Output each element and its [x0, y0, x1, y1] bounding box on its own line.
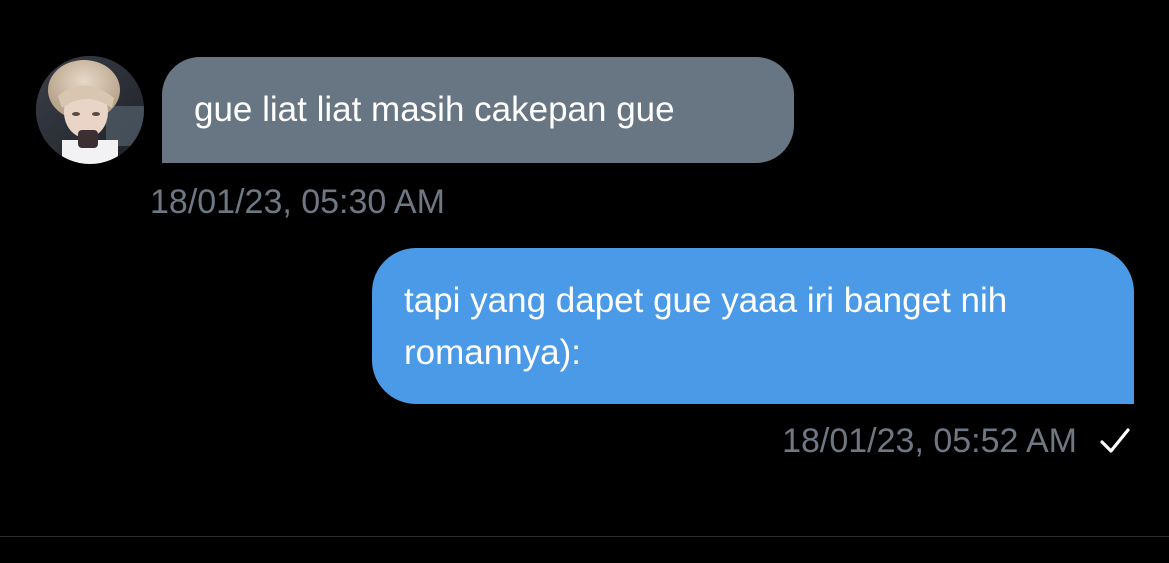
sender-avatar[interactable] [36, 56, 144, 164]
chat-conversation: gue liat liat masih cakepan gue 18/01/23… [0, 0, 1169, 563]
outgoing-message-meta: 18/01/23, 05:52 AM [782, 419, 1133, 463]
incoming-message-bubble[interactable]: gue liat liat masih cakepan gue [162, 57, 794, 163]
outgoing-message-timestamp: 18/01/23, 05:52 AM [782, 422, 1077, 460]
avatar-photo [36, 56, 144, 164]
divider [0, 536, 1169, 537]
outgoing-message-bubble[interactable]: tapi yang dapet gue yaaa iri banget nih … [372, 248, 1134, 404]
checkmark-icon [1100, 428, 1130, 453]
incoming-message-timestamp: 18/01/23, 05:30 AM [150, 183, 445, 221]
